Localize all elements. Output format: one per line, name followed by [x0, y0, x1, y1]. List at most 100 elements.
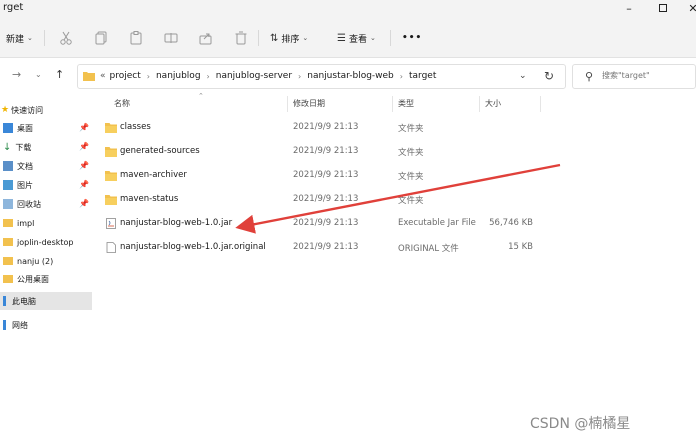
toolbar-divider — [390, 30, 391, 46]
file-row[interactable]: maven-archiver 2021/9/9 21:13 文件夹 — [100, 165, 540, 187]
file-row[interactable]: classes 2021/9/9 21:13 文件夹 — [100, 117, 540, 139]
file-modified-date: 2021/9/9 21:13 — [293, 242, 359, 252]
file-type: 文件夹 — [398, 148, 424, 158]
column-divider[interactable] — [479, 96, 480, 112]
pin-icon: 📌 — [79, 161, 89, 170]
breadcrumb-item[interactable]: nanjustar-blog-web — [307, 71, 394, 81]
more-button[interactable]: ••• — [402, 30, 422, 46]
chevron-right-icon: › — [206, 71, 210, 81]
sidebar-item-label: 此电脑 — [12, 296, 36, 306]
command-bar: 新建 ⌄ ⇅ 排序 ⌄ ☰ 查看 ⌄ ••• — [0, 18, 696, 58]
sidebar-item-joplin-desktop[interactable]: joplin-desktop — [0, 233, 92, 251]
search-box[interactable]: ⚲ — [572, 64, 696, 89]
recycle-bin-icon — [3, 199, 13, 209]
refresh-icon[interactable]: ↻ — [544, 69, 554, 83]
chevron-down-icon: ⌄ — [302, 34, 309, 42]
column-divider[interactable] — [540, 96, 541, 112]
picture-icon — [3, 180, 13, 190]
rename-icon[interactable] — [163, 30, 179, 46]
sidebar-item-quick-access[interactable]: ★ 快速访问 — [0, 101, 92, 119]
sidebar-item-label: joplin-desktop — [17, 237, 74, 247]
file-type: 文件夹 — [398, 124, 424, 134]
jar-file-icon — [106, 218, 116, 229]
column-size[interactable]: 大小 — [485, 98, 501, 109]
sidebar-item-nanju-2[interactable]: nanju (2) — [0, 252, 92, 270]
file-type: 文件夹 — [398, 196, 424, 206]
breadcrumb-item[interactable]: target — [409, 71, 436, 81]
new-label: 新建 — [6, 34, 25, 45]
breadcrumb-item[interactable]: project — [110, 71, 141, 81]
file-name: nanjustar-blog-web-1.0.jar — [120, 218, 233, 228]
column-header: ⌃ 名称 修改日期 类型 大小 — [95, 92, 696, 114]
sidebar-item-this-pc[interactable]: 此电脑 — [0, 292, 92, 310]
watermark: CSDN @楠橘星 — [530, 416, 631, 432]
maximize-button[interactable] — [648, 0, 678, 16]
breadcrumb-overflow[interactable]: « — [100, 71, 106, 81]
sidebar-item-desktop[interactable]: 桌面 📌 — [0, 119, 92, 137]
sidebar-item-pictures[interactable]: 图片 📌 — [0, 176, 92, 194]
view-icon: ☰ — [337, 32, 346, 44]
title-bar: rget – ✕ — [0, 0, 696, 18]
file-name: generated-sources — [120, 146, 200, 156]
sidebar-item-downloads[interactable]: ↓ 下载 📌 — [0, 138, 92, 156]
breadcrumb: « project › nanjublog › nanjublog-server… — [100, 71, 436, 81]
file-row[interactable]: nanjustar-blog-web-1.0.jar 2021/9/9 21:13… — [100, 213, 540, 235]
address-bar[interactable]: « project › nanjublog › nanjublog-server… — [77, 64, 566, 89]
sidebar-item-documents[interactable]: 文档 📌 — [0, 157, 92, 175]
pin-icon: 📌 — [79, 123, 89, 132]
chevron-down-icon: ⌄ — [27, 34, 33, 42]
file-type: Executable Jar File — [398, 218, 476, 228]
close-icon: ✕ — [688, 1, 696, 15]
up-arrow-icon[interactable]: ↑ — [55, 68, 64, 81]
file-row[interactable]: generated-sources 2021/9/9 21:13 文件夹 — [100, 141, 540, 163]
sort-icon: ⇅ — [270, 32, 279, 44]
folder-icon — [83, 72, 95, 81]
minimize-button[interactable]: – — [614, 0, 644, 16]
recent-locations-icon[interactable]: ⌄ — [35, 70, 42, 79]
copy-icon[interactable] — [93, 30, 109, 46]
cut-icon[interactable] — [58, 30, 74, 46]
sort-button[interactable]: ⇅ 排序 ⌄ — [270, 30, 308, 46]
folder-icon — [3, 275, 13, 283]
sidebar-item-label: 快速访问 — [11, 105, 44, 115]
sidebar-item-impl[interactable]: impl — [0, 214, 92, 232]
file-modified-date: 2021/9/9 21:13 — [293, 218, 359, 228]
network-icon — [3, 320, 6, 330]
share-icon[interactable] — [198, 30, 214, 46]
paste-icon[interactable] — [128, 30, 144, 46]
column-divider[interactable] — [392, 96, 393, 112]
breadcrumb-item[interactable]: nanjublog — [156, 71, 201, 81]
column-modified[interactable]: 修改日期 — [293, 98, 325, 109]
column-name[interactable]: 名称 — [114, 98, 130, 109]
chevron-down-icon: ⌄ — [369, 34, 376, 42]
desktop-icon — [3, 123, 13, 133]
chevron-right-icon: › — [399, 71, 403, 81]
column-divider[interactable] — [287, 96, 288, 112]
view-button[interactable]: ☰ 查看 ⌄ — [337, 30, 376, 46]
column-type[interactable]: 类型 — [398, 98, 414, 109]
search-input[interactable] — [602, 71, 692, 80]
file-row[interactable]: maven-status 2021/9/9 21:13 文件夹 — [100, 189, 540, 211]
close-button[interactable]: ✕ — [678, 0, 696, 16]
breadcrumb-item[interactable]: nanjublog-server — [216, 71, 292, 81]
pin-icon: 📌 — [79, 142, 89, 151]
sidebar-item-network[interactable]: 网络 — [0, 316, 92, 334]
sidebar-item-label: 图片 — [17, 180, 33, 190]
sidebar-item-recycle-bin[interactable]: 回收站 📌 — [0, 195, 92, 213]
toolbar-divider — [44, 30, 45, 46]
window-title: rget — [3, 2, 24, 13]
back-arrow-icon[interactable]: → — [12, 68, 21, 81]
file-row[interactable]: nanjustar-blog-web-1.0.jar.original 2021/… — [100, 237, 540, 259]
chevron-down-icon[interactable]: ⌄ — [519, 71, 527, 81]
file-name: nanjustar-blog-web-1.0.jar.original — [120, 242, 266, 252]
new-button[interactable]: 新建 ⌄ — [6, 30, 33, 46]
pin-icon: 📌 — [79, 180, 89, 189]
sidebar-item-label: 公用桌面 — [17, 274, 49, 284]
delete-icon[interactable] — [233, 30, 249, 46]
chevron-right-icon: › — [298, 71, 302, 81]
file-type: 文件夹 — [398, 172, 424, 182]
sidebar-item-public-desktop[interactable]: 公用桌面 — [0, 270, 92, 288]
star-icon: ★ — [1, 105, 10, 115]
sidebar-item-label: 回收站 — [17, 199, 41, 209]
chevron-right-icon: › — [146, 71, 150, 81]
